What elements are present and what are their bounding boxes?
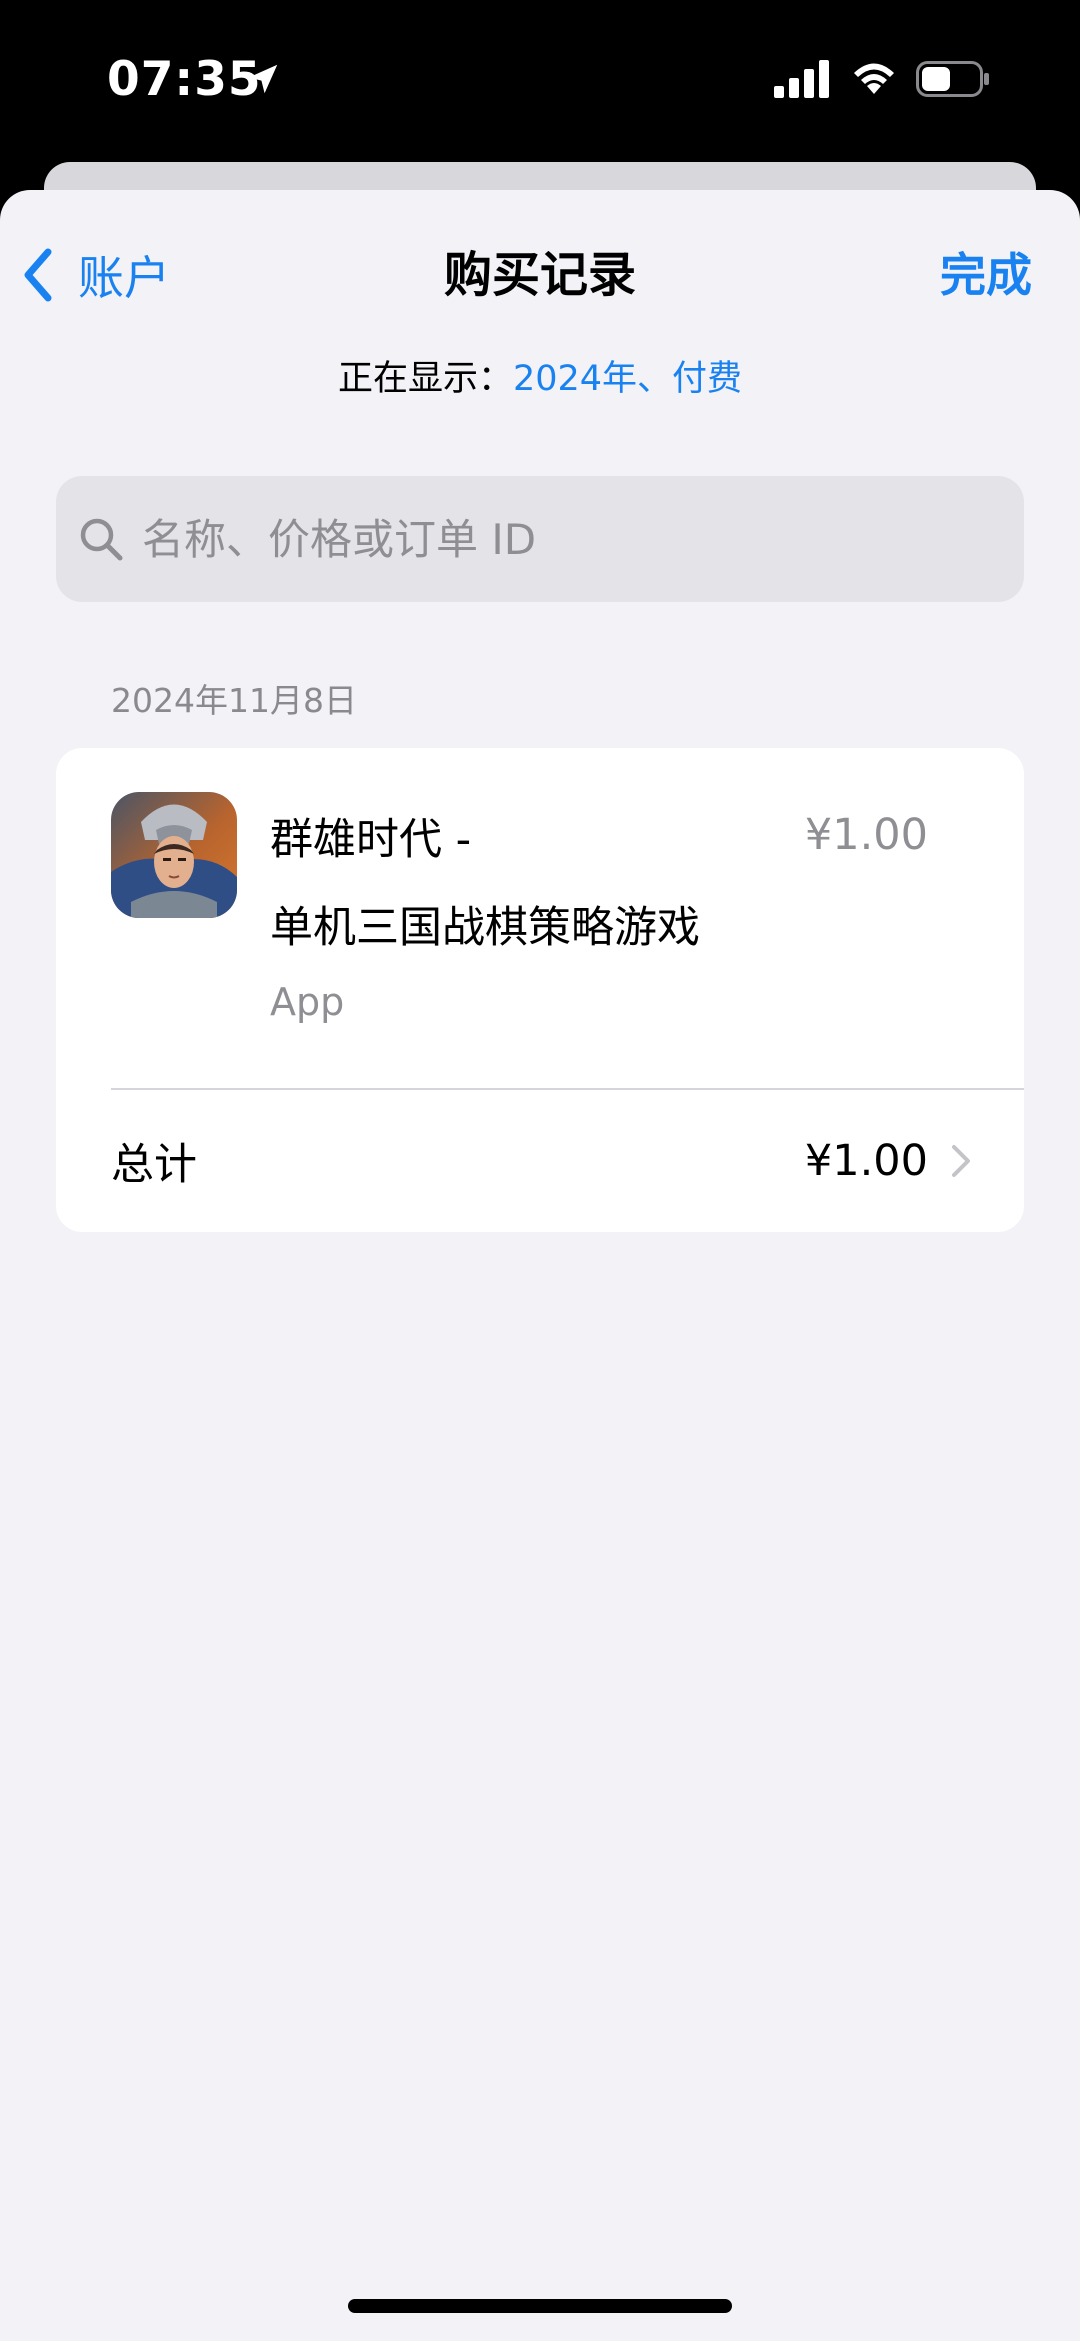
item-title-line2: 单机三国战棋策略游戏 [270, 903, 700, 953]
home-indicator[interactable] [348, 2299, 732, 2313]
wifi-icon [854, 63, 894, 94]
purchase-card: 群雄时代 - 单机三国战棋策略游戏 App ¥1.00 总计 ¥1.00 [56, 748, 1024, 1232]
total-label: 总计 [111, 1140, 197, 1190]
search-icon [80, 518, 123, 561]
item-type: App [270, 980, 345, 1024]
search-input[interactable] [140, 513, 1004, 565]
status-time: 07:35 [107, 52, 262, 107]
item-title: 群雄时代 - 单机三国战棋策略游戏 [270, 796, 790, 972]
done-button[interactable]: 完成 [940, 240, 1032, 310]
search-bar[interactable] [56, 476, 1024, 602]
filter-value-link[interactable]: 2024年、付费 [513, 359, 742, 399]
chevron-right-icon [952, 1145, 970, 1177]
location-arrow-icon [248, 64, 278, 94]
status-bar: 07:35 [0, 0, 1080, 160]
page-title: 购买记录 [443, 247, 636, 303]
total-row[interactable]: 总计 ¥1.00 [56, 1090, 1024, 1232]
game-warrior-artwork-icon [111, 792, 237, 918]
purchase-history-sheet: 账户 购买记录 完成 正在显示：2024年、付费 2024年11月8日 [0, 190, 1080, 2341]
cellular-signal-icon [774, 60, 829, 98]
filter-row: 正在显示：2024年、付费 [0, 350, 1080, 401]
screen: 07:35 账户 购买记录 完成 正在显示：2024年、付费 名称、价格或订单 … [0, 0, 1080, 2341]
battery-icon [916, 61, 989, 97]
section-date-header: 2024年11月8日 [111, 681, 357, 720]
app-icon [111, 792, 237, 918]
item-price: ¥1.00 [804, 810, 928, 860]
filter-label: 正在显示： [337, 359, 513, 399]
total-amount: ¥1.00 [804, 1136, 928, 1186]
item-title-line1: 群雄时代 - [270, 815, 472, 865]
